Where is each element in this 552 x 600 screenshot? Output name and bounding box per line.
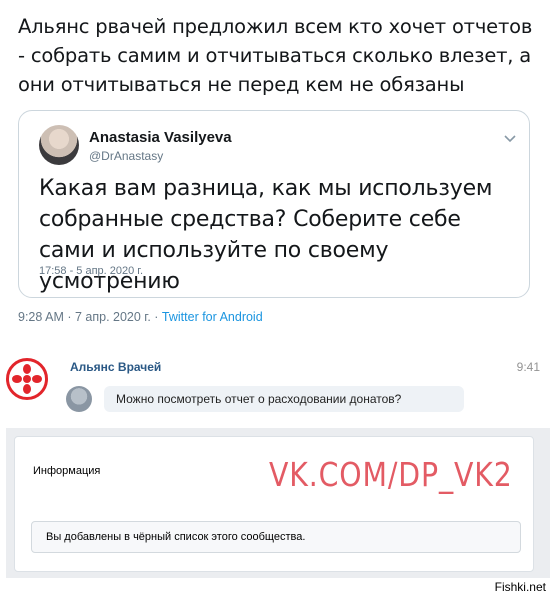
quoted-tweet-timestamp: 17:58 - 5 апр. 2020 г. [39, 265, 144, 277]
tweet-timestamp[interactable]: 9:28 AM · 7 апр. 2020 г. · [18, 310, 162, 324]
message-time: 9:41 [516, 360, 540, 374]
vk-info-panel: Информация VK.COM/DP_VK2 Вы добавлены в … [6, 428, 550, 578]
site-watermark: Fishki.net [494, 580, 546, 594]
quoted-author-handle: @DrAnastasy [89, 149, 164, 163]
quoted-tweet-text: Какая вам разница, как мы используем соб… [39, 176, 493, 294]
tweet-metadata: 9:28 AM · 7 апр. 2020 г. · Twitter for A… [18, 310, 263, 324]
tweet: Альянс рвачей предложил всем кто хочет о… [0, 0, 552, 340]
community-logo[interactable] [6, 358, 48, 400]
avatar[interactable] [66, 386, 92, 412]
message-bubble: Можно посмотреть отчет о расходовании до… [104, 386, 464, 412]
info-title: Информация [33, 465, 101, 477]
sender-name[interactable]: Альянс Врачей [70, 360, 161, 374]
quoted-tweet[interactable]: Anastasia Vasilyeva @DrAnastasy Какая ва… [18, 110, 530, 298]
blacklist-notice: Вы добавлены в чёрный список этого сообщ… [31, 521, 521, 553]
watermark: VK.COM/DP_VK2 [269, 455, 513, 494]
info-card: Информация VK.COM/DP_VK2 Вы добавлены в … [14, 436, 534, 572]
vk-message: Альянс Врачей 9:41 Можно посмотреть отче… [0, 346, 552, 416]
medical-cross-icon [12, 364, 42, 394]
chevron-down-icon[interactable] [501, 129, 519, 147]
avatar[interactable] [39, 125, 79, 165]
tweet-text: Альянс рвачей предложил всем кто хочет о… [18, 15, 533, 96]
tweet-source-link[interactable]: Twitter for Android [162, 310, 263, 324]
quoted-author-name[interactable]: Anastasia Vasilyeva [89, 129, 232, 146]
